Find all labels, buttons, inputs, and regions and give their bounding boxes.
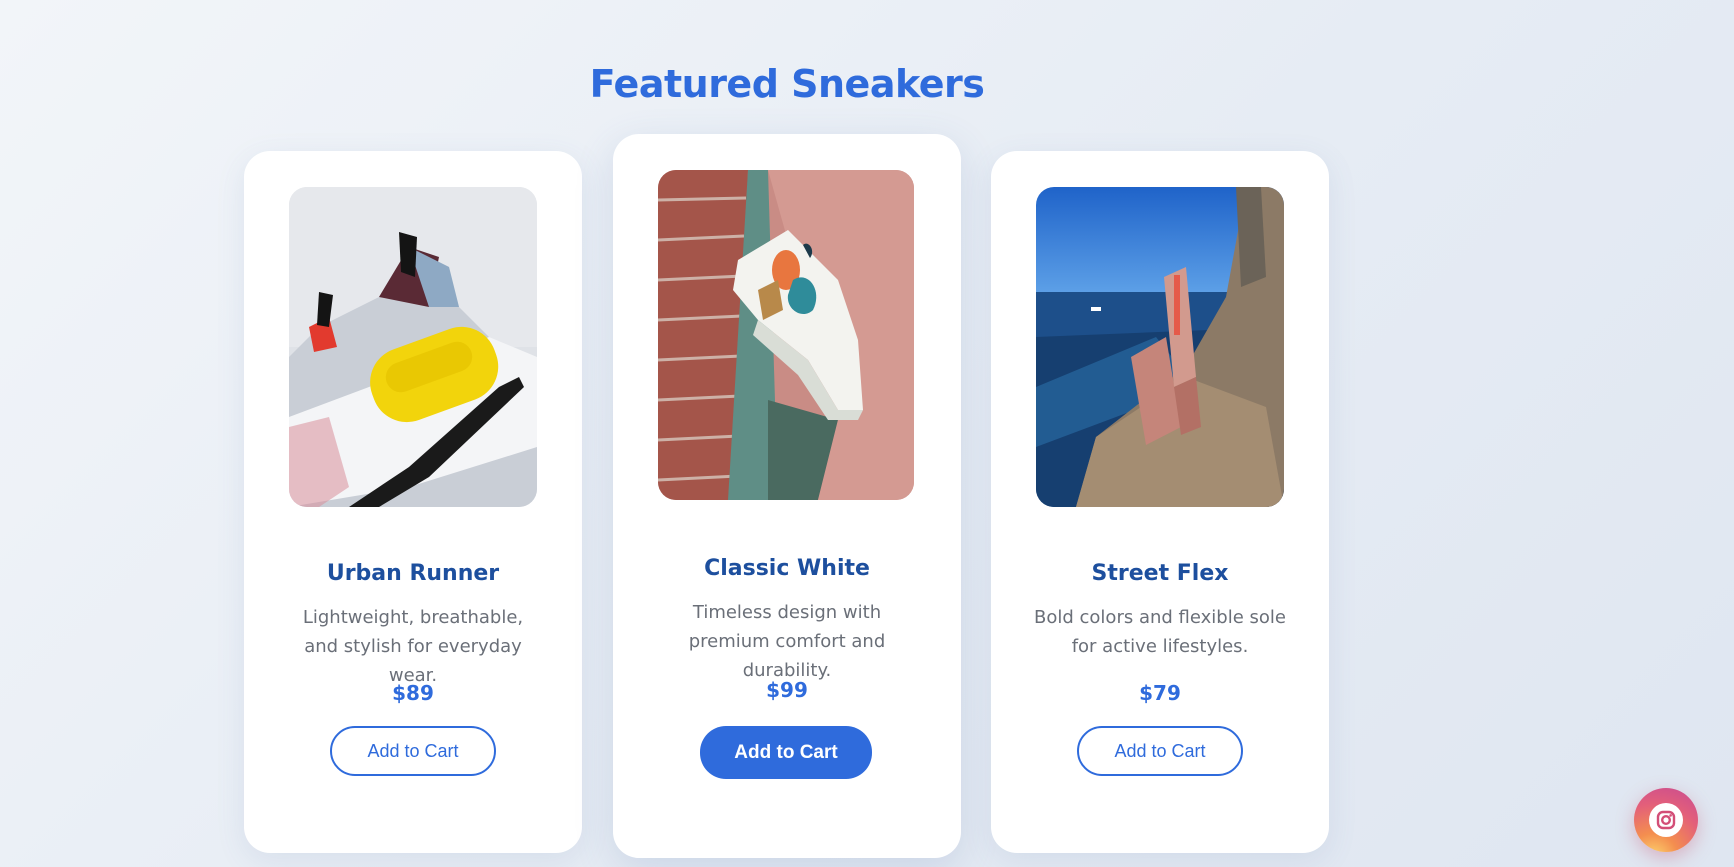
instagram-icon: [1649, 803, 1683, 837]
product-price: $79: [1139, 681, 1181, 705]
product-card-urban-runner: Urban Runner Lightweight, breathable, an…: [244, 151, 582, 853]
instagram-button[interactable]: [1634, 788, 1698, 852]
product-description: Timeless design with premium comfort and…: [688, 602, 886, 681]
product-price: $99: [766, 678, 808, 702]
product-card-street-flex: Street Flex Bold colors and flexible sol…: [991, 151, 1329, 853]
add-to-cart-button[interactable]: Add to Cart: [700, 726, 872, 779]
product-name: Urban Runner: [326, 561, 500, 586]
product-card-classic-white: Classic White Timeless design with premi…: [613, 134, 961, 858]
add-to-cart-button[interactable]: Add to Cart: [330, 726, 496, 776]
product-name: Classic White: [704, 556, 870, 581]
product-image-classic-white: [658, 170, 914, 500]
product-image-urban-runner: [289, 187, 537, 507]
product-price: $89: [392, 681, 434, 705]
product-name: Street Flex: [1091, 561, 1229, 586]
product-image-street-flex: [1036, 187, 1284, 507]
add-to-cart-button[interactable]: Add to Cart: [1077, 726, 1243, 776]
product-description: Bold colors and flexible sole for active…: [1034, 607, 1286, 657]
page-title: Featured Sneakers: [589, 62, 985, 106]
product-description: Lightweight, breathable, and stylish for…: [302, 607, 524, 686]
